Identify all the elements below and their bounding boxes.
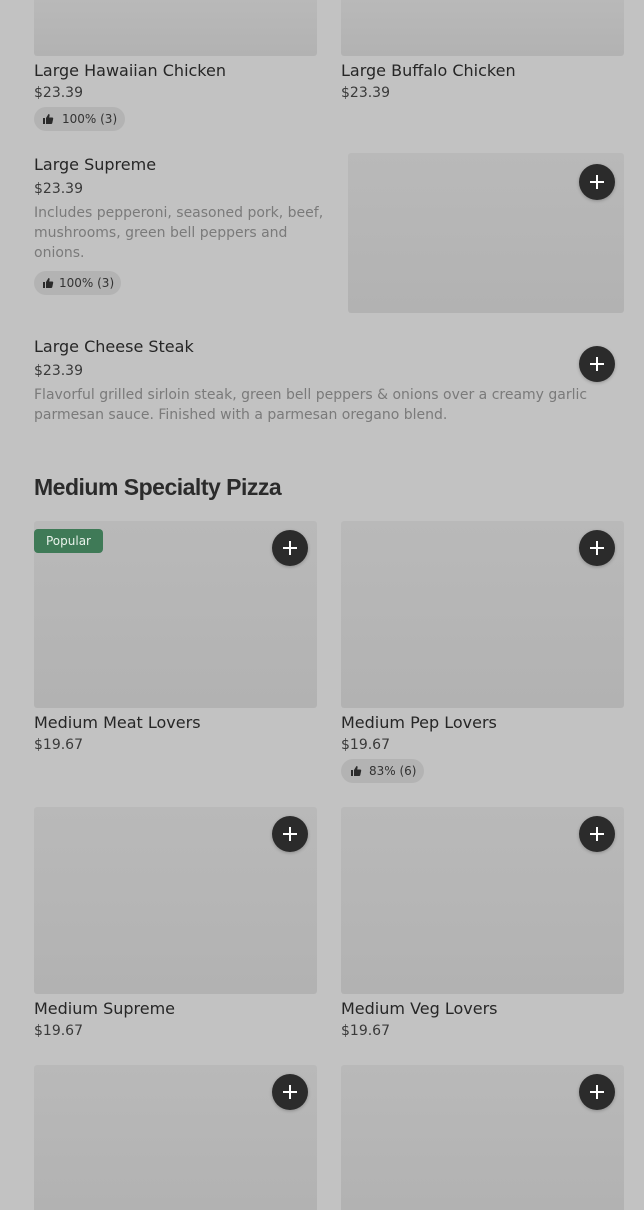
plus-icon (283, 827, 297, 841)
item-price: $23.39 (34, 85, 83, 101)
plus-icon (283, 1085, 297, 1099)
popular-badge: Popular (34, 529, 103, 553)
add-to-cart-button[interactable] (579, 530, 615, 566)
item-price: $19.67 (341, 737, 390, 753)
add-to-cart-button[interactable] (272, 816, 308, 852)
plus-icon (283, 541, 297, 555)
item-name[interactable]: Large Hawaiian Chicken (34, 61, 226, 80)
rating-text: 100% (3) (59, 276, 115, 290)
item-name[interactable]: Large Cheese Steak (34, 337, 194, 356)
item-price: $19.67 (341, 1023, 390, 1039)
thumbs-up-icon (350, 765, 362, 777)
item-name[interactable]: Large Supreme (34, 155, 156, 174)
thumbs-up-icon (42, 277, 54, 289)
add-to-cart-button[interactable] (272, 530, 308, 566)
item-name[interactable]: Medium Meat Lovers (34, 713, 201, 732)
rating-text: 83% (6) (369, 764, 417, 778)
plus-icon (590, 357, 604, 371)
item-name[interactable]: Medium Pep Lovers (341, 713, 497, 732)
add-to-cart-button[interactable] (579, 816, 615, 852)
item-image[interactable] (34, 0, 317, 56)
item-name[interactable]: Medium Supreme (34, 999, 175, 1018)
rating-pill: 100% (3) (34, 107, 125, 131)
plus-icon (590, 827, 604, 841)
item-image[interactable] (341, 0, 624, 56)
rating-pill: 100% (3) (34, 271, 121, 295)
item-price: $19.67 (34, 737, 83, 753)
rating-text: 100% (3) (62, 112, 118, 126)
rating-pill: 83% (6) (341, 759, 424, 783)
item-price: $23.39 (34, 181, 83, 197)
add-to-cart-button[interactable] (579, 346, 615, 382)
plus-icon (590, 175, 604, 189)
item-price: $19.67 (34, 1023, 83, 1039)
add-to-cart-button[interactable] (579, 1074, 615, 1110)
item-price: $23.39 (34, 363, 83, 379)
plus-icon (590, 541, 604, 555)
item-description: Flavorful grilled sirloin steak, green b… (34, 387, 588, 423)
add-to-cart-button[interactable] (579, 164, 615, 200)
item-description: Includes pepperoni, seasoned pork, beef,… (34, 205, 324, 261)
item-name[interactable]: Medium Veg Lovers (341, 999, 498, 1018)
item-price: $23.39 (341, 85, 390, 101)
thumbs-up-icon (42, 113, 54, 125)
item-name[interactable]: Large Buffalo Chicken (341, 61, 516, 80)
add-to-cart-button[interactable] (272, 1074, 308, 1110)
section-title: Medium Specialty Pizza (34, 474, 282, 500)
plus-icon (590, 1085, 604, 1099)
